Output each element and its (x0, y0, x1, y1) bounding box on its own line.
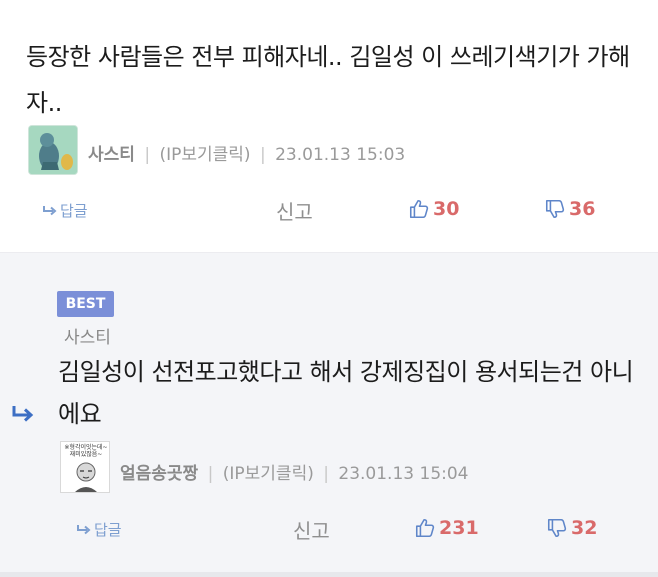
upvote-count: 30 (433, 198, 460, 220)
comment-text: 등장한 사람들은 전부 피해자네.. 김일성 이 쓰레기색기가 가해자.. (26, 43, 630, 117)
downvote-count: 32 (571, 517, 598, 539)
divider: | (259, 145, 266, 165)
comment-meta: 사스티 | (IP보기클릭) | 23.01.13 15:03 (88, 140, 405, 165)
upvote-count: 231 (439, 517, 479, 539)
reply-indent-icon (10, 403, 36, 429)
reply-comment: BEST 사스티 김일성이 선전포고했다고 해서 강제징집이 용서되는건 아니에… (0, 252, 658, 572)
report-button[interactable]: 신고 (276, 196, 313, 225)
comment-meta: 얼음송곳짱 | (IP보기클릭) | 23.01.13 15:04 (120, 459, 469, 484)
comment-actions: 답글 신고 231 32 (0, 509, 658, 549)
reply-button[interactable]: 답글 (76, 519, 122, 540)
reply-label: 답글 (94, 521, 122, 539)
author-name[interactable]: 사스티 (88, 145, 135, 165)
ip-view-link[interactable]: (IP보기클릭) (223, 464, 314, 484)
divider: | (144, 145, 151, 165)
avatar[interactable] (28, 125, 78, 175)
thumbs-up-icon (415, 518, 435, 538)
upvote-button[interactable]: 231 (414, 517, 479, 539)
timestamp: 23.01.13 15:04 (338, 464, 469, 484)
downvote-button[interactable]: 36 (544, 198, 595, 220)
reply-arrow-icon (43, 205, 57, 215)
ip-view-link[interactable]: (IP보기클릭) (159, 145, 250, 165)
reply-to-name: 사스티 (64, 328, 111, 348)
reply-button[interactable]: 답글 (42, 200, 88, 221)
best-badge: BEST (57, 291, 114, 317)
report-button[interactable]: 신고 (293, 515, 330, 544)
downvote-count: 36 (569, 198, 596, 220)
divider: | (207, 464, 214, 484)
reply-arrow-icon (77, 524, 91, 534)
avatar[interactable]: ※형각이잇는데~ 재미있잖음~ (60, 441, 110, 493)
timestamp: 23.01.13 15:03 (275, 145, 406, 165)
comment-actions: 답글 신고 30 36 (0, 190, 658, 230)
thumbs-down-icon (547, 518, 567, 538)
reply-label: 답글 (60, 202, 88, 220)
comment-text: 김일성이 선전포고했다고 해서 강제징집이 용서되는건 아니에요 (58, 358, 634, 428)
upvote-button[interactable]: 30 (408, 198, 459, 220)
thumbs-up-icon (409, 199, 429, 219)
downvote-button[interactable]: 32 (546, 517, 597, 539)
author-name[interactable]: 얼음송곳짱 (120, 464, 198, 484)
divider (0, 572, 658, 577)
comment: 등장한 사람들은 전부 피해자네.. 김일성 이 쓰레기색기가 가해자.. 사스… (0, 0, 658, 252)
thumbs-down-icon (545, 199, 565, 219)
divider: | (323, 464, 329, 484)
